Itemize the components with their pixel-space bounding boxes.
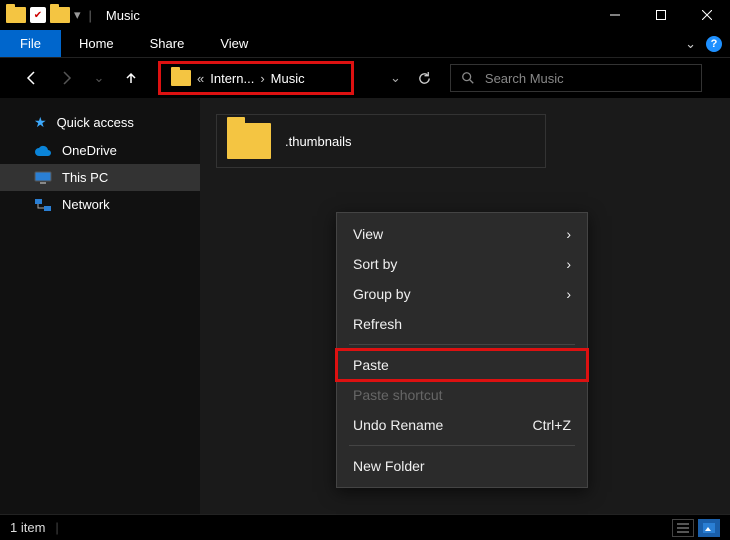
sidebar-item-label: Quick access — [57, 115, 134, 130]
tab-home[interactable]: Home — [61, 30, 132, 57]
pc-icon — [34, 171, 52, 185]
menu-item-shortcut: Ctrl+Z — [533, 417, 572, 433]
chevron-right-icon: › — [566, 226, 571, 242]
statusbar: 1 item | — [0, 514, 730, 540]
nav-row: ⌄ « Intern... › Music ⌄ Search Music — [0, 58, 730, 98]
back-button[interactable] — [22, 69, 40, 87]
search-icon — [461, 71, 475, 85]
window-title: Music — [106, 8, 140, 23]
titlebar: ✔ ▾ | Music — [0, 0, 730, 30]
close-button[interactable] — [684, 0, 730, 30]
ribbon: File Home Share View ⌄ ? — [0, 30, 730, 58]
address-bar[interactable]: « Intern... › Music — [161, 64, 351, 92]
menu-item-view[interactable]: View › — [337, 219, 587, 249]
file-explorer-window: ✔ ▾ | Music File Home Share View ⌄ ? — [0, 0, 730, 540]
sidebar-item-network[interactable]: Network — [0, 191, 200, 218]
folder-icon — [6, 7, 26, 23]
sidebar-item-this-pc[interactable]: This PC — [0, 164, 200, 191]
file-tab[interactable]: File — [0, 30, 61, 57]
minimize-button[interactable] — [592, 0, 638, 30]
view-details-button[interactable] — [672, 519, 694, 537]
help-icon[interactable]: ? — [706, 36, 722, 52]
context-menu: View › Sort by › Group by › Refresh Past… — [336, 212, 588, 488]
sidebar: ★ Quick access OneDrive This PC Network — [0, 98, 200, 514]
menu-item-label: Undo Rename — [353, 417, 443, 433]
recent-dropdown-icon[interactable]: ⌄ — [94, 69, 104, 87]
cloud-icon — [34, 145, 52, 157]
menu-item-label: Group by — [353, 286, 411, 302]
menu-item-new-folder[interactable]: New Folder — [337, 451, 587, 481]
item-label: .thumbnails — [285, 134, 351, 149]
tab-view[interactable]: View — [202, 30, 266, 57]
status-text: 1 item — [10, 520, 45, 535]
chevron-right-icon: › — [566, 286, 571, 302]
menu-item-label: Sort by — [353, 256, 397, 272]
menu-item-label: New Folder — [353, 458, 425, 474]
titlebar-separator: | — [89, 8, 92, 23]
chevron-right-icon: › — [260, 71, 264, 86]
address-dropdown-icon[interactable]: ⌄ — [390, 70, 401, 86]
breadcrumb-crumb[interactable]: Music — [271, 71, 305, 86]
menu-item-label: Paste — [353, 357, 389, 373]
menu-item-group-by[interactable]: Group by › — [337, 279, 587, 309]
folder-icon — [50, 7, 70, 23]
menu-item-refresh[interactable]: Refresh — [337, 309, 587, 339]
view-thumbnails-button[interactable] — [698, 519, 720, 537]
folder-icon — [171, 70, 191, 86]
titlebar-icons: ✔ ▾ | — [6, 7, 96, 23]
breadcrumb-prefix: « — [197, 71, 204, 86]
menu-item-paste[interactable]: Paste — [337, 350, 587, 380]
chevron-right-icon: › — [566, 256, 571, 272]
maximize-button[interactable] — [638, 0, 684, 30]
sidebar-item-onedrive[interactable]: OneDrive — [0, 137, 200, 164]
refresh-icon[interactable] — [417, 71, 432, 86]
checklist-icon: ✔ — [30, 7, 46, 23]
menu-item-paste-shortcut: Paste shortcut — [337, 380, 587, 410]
sidebar-item-quick-access[interactable]: ★ Quick access — [0, 108, 200, 137]
sidebar-item-label: This PC — [62, 170, 108, 185]
menu-item-sort-by[interactable]: Sort by › — [337, 249, 587, 279]
menu-item-label: Paste shortcut — [353, 387, 443, 403]
sidebar-item-label: OneDrive — [62, 143, 117, 158]
network-icon — [34, 198, 52, 212]
list-item[interactable]: .thumbnails — [216, 114, 546, 168]
search-placeholder: Search Music — [485, 71, 564, 86]
forward-button[interactable] — [58, 69, 76, 87]
menu-item-undo-rename[interactable]: Undo Rename Ctrl+Z — [337, 410, 587, 440]
address-bar-highlight: « Intern... › Music — [158, 61, 354, 95]
menu-separator — [349, 445, 575, 446]
menu-item-label: Refresh — [353, 316, 402, 332]
menu-separator — [349, 344, 575, 345]
search-input[interactable]: Search Music — [450, 64, 702, 92]
sidebar-item-label: Network — [62, 197, 110, 212]
ribbon-chevron-icon[interactable]: ⌄ — [685, 36, 696, 52]
breadcrumb-crumb[interactable]: Intern... — [210, 71, 254, 86]
folder-icon — [227, 123, 271, 159]
menu-item-label: View — [353, 226, 383, 242]
dropdown-icon[interactable]: ▾ — [74, 7, 81, 23]
address-actions: ⌄ — [390, 70, 432, 86]
up-button[interactable] — [122, 69, 140, 87]
star-icon: ★ — [34, 114, 47, 131]
tab-share[interactable]: Share — [132, 30, 203, 57]
